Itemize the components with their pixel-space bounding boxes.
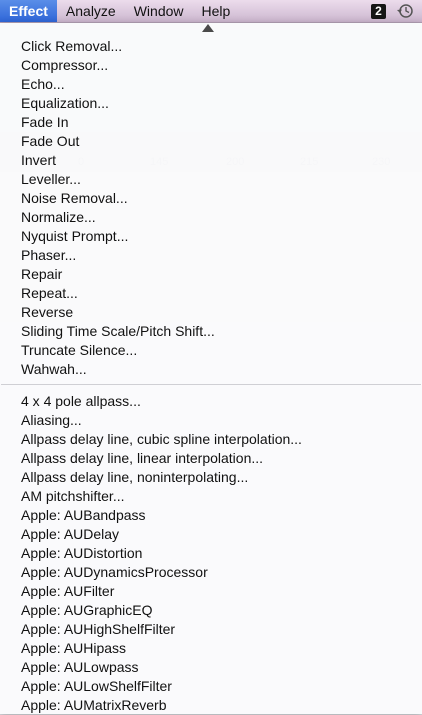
time-machine-icon[interactable] [396, 3, 414, 19]
menu-item[interactable]: AM pitchshifter... [0, 487, 422, 506]
menu-help[interactable]: Help [193, 0, 240, 22]
menu-item[interactable]: Noise Removal... [0, 189, 422, 208]
menu-item[interactable]: Apple: AUFilter [0, 582, 422, 601]
menu-item[interactable]: Phaser... [0, 246, 422, 265]
menu-item[interactable]: Apple: AUBandpass [0, 506, 422, 525]
menu-item[interactable]: Compressor... [0, 56, 422, 75]
menu-item[interactable]: Click Removal... [0, 37, 422, 56]
menu-item[interactable]: Aliasing... [0, 411, 422, 430]
menu-item[interactable]: Allpass delay line, cubic spline interpo… [0, 430, 422, 449]
menu-item[interactable]: Apple: AUMatrixReverb [0, 696, 422, 715]
menu-item[interactable]: Apple: AULowShelfFilter [0, 677, 422, 696]
menu-analyze[interactable]: Analyze [57, 0, 125, 22]
menu-item[interactable]: Allpass delay line, noninterpolating... [0, 468, 422, 487]
menubar-status-area: 2 [371, 3, 414, 19]
menu-item[interactable]: Invert [0, 151, 422, 170]
menu-bar: Effect Analyze Window Help 2 [0, 0, 422, 23]
menu-item[interactable]: Apple: AULowpass [0, 658, 422, 677]
menu-item[interactable]: Equalization... [0, 94, 422, 113]
menu-item[interactable]: Allpass delay line, linear interpolation… [0, 449, 422, 468]
builtin-effects-list: Click Removal... Compressor... Echo... Equa… [0, 37, 422, 379]
menu-item[interactable]: Nyquist Prompt... [0, 227, 422, 246]
menu-item[interactable]: Repeat... [0, 284, 422, 303]
menu-item[interactable]: Fade Out [0, 132, 422, 151]
menu-separator [1, 384, 421, 385]
spaces-badge-icon[interactable]: 2 [371, 3, 386, 19]
menu-window[interactable]: Window [125, 0, 193, 22]
plugin-effects-list: 4 x 4 pole allpass... Aliasing... Allpass … [0, 392, 422, 715]
menu-item[interactable]: Reverse [0, 303, 422, 322]
menu-item[interactable]: Sliding Time Scale/Pitch Shift... [0, 322, 422, 341]
effect-dropdown-menu: Click Removal... Compressor... Echo... Equa… [0, 23, 422, 714]
menu-item[interactable]: Leveller... [0, 170, 422, 189]
menu-item[interactable]: Normalize... [0, 208, 422, 227]
menu-item[interactable]: Repair [0, 265, 422, 284]
menu-item[interactable]: Apple: AUGraphicEQ [0, 601, 422, 620]
menu-effect[interactable]: Effect [0, 0, 57, 22]
menu-item[interactable]: Wahwah... [0, 360, 422, 379]
menu-item[interactable]: 4 x 4 pole allpass... [0, 392, 422, 411]
menu-item[interactable]: Apple: AUDelay [0, 525, 422, 544]
menu-item[interactable]: Truncate Silence... [0, 341, 422, 360]
menu-item[interactable]: Apple: AUHipass [0, 639, 422, 658]
menu-item[interactable]: Apple: AUHighShelfFilter [0, 620, 422, 639]
menu-item[interactable]: Apple: AUDistortion [0, 544, 422, 563]
menu-item[interactable]: Fade In [0, 113, 422, 132]
menu-item[interactable]: Apple: AUDynamicsProcessor [0, 563, 422, 582]
scroll-up-arrow-icon[interactable] [202, 24, 214, 32]
menu-item[interactable]: Echo... [0, 75, 422, 94]
